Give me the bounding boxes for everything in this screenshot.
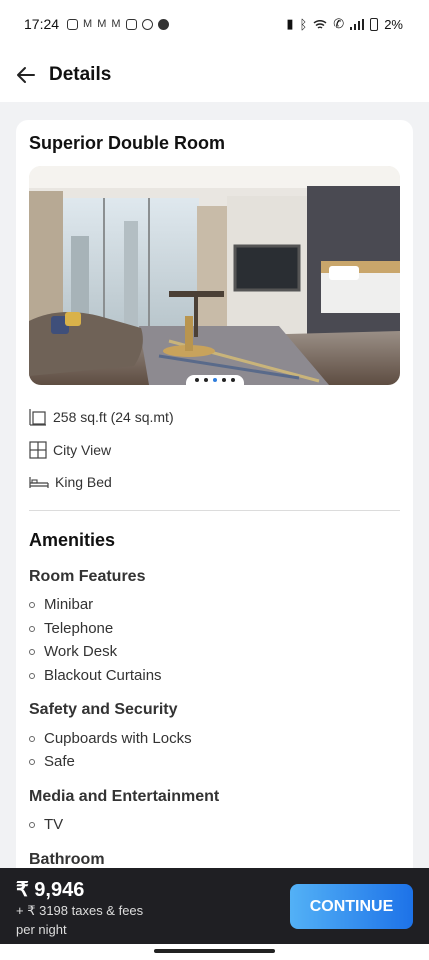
room-name: Superior Double Room bbox=[29, 133, 226, 153]
amenity-item: Blackout Curtains bbox=[29, 667, 162, 684]
home-indicator[interactable] bbox=[154, 949, 275, 953]
page-title: Details bbox=[49, 64, 112, 85]
amenity-item: Minibar bbox=[29, 596, 93, 613]
bullet-icon bbox=[29, 601, 35, 608]
signal-icon bbox=[350, 18, 365, 30]
amenity-label: Work Desk bbox=[44, 643, 118, 660]
bullet-icon bbox=[29, 648, 35, 655]
room-card: Superior Double Room 258 sq.ft (24 sq.mt… bbox=[16, 120, 413, 868]
feature-label: 258 sq.ft (24 sq.mt) bbox=[53, 409, 174, 425]
bullet-icon bbox=[29, 735, 35, 742]
amenity-group-title: Media and Entertainment bbox=[29, 788, 220, 805]
amenity-label: Cupboards with Locks bbox=[44, 730, 192, 747]
per-night-text: per night bbox=[16, 922, 67, 937]
divider bbox=[29, 510, 400, 511]
app-header: Details bbox=[0, 48, 429, 102]
status-time: 17:24 bbox=[24, 16, 60, 32]
notification-icons: M M M bbox=[67, 18, 169, 30]
amenity-label: Blackout Curtains bbox=[44, 667, 162, 684]
wifi-icon bbox=[313, 19, 327, 29]
amenities-heading: Amenities bbox=[29, 530, 116, 550]
pagination-dot[interactable] bbox=[194, 378, 199, 382]
vibrate-icon: ▮ bbox=[286, 16, 294, 31]
pagination-dot[interactable] bbox=[221, 378, 226, 382]
amenity-group-title: Bathroom bbox=[29, 851, 105, 868]
price-footer: ₹ 9,946 + ₹ 3198 taxes & fees per night … bbox=[0, 868, 429, 944]
feature-label: King Bed bbox=[55, 474, 112, 490]
feature-view: City View bbox=[29, 441, 111, 459]
gmail-icon bbox=[67, 18, 79, 30]
window-view-icon bbox=[29, 441, 47, 459]
details-content[interactable]: Superior Double Room 258 sq.ft (24 sq.mt… bbox=[0, 102, 429, 868]
gmail-icon: M bbox=[83, 18, 93, 30]
bullet-icon bbox=[29, 821, 35, 828]
room-photo bbox=[29, 166, 400, 385]
bluetooth-icon: ᛒ bbox=[299, 16, 308, 32]
amenity-group-title: Safety and Security bbox=[29, 701, 178, 718]
area-icon bbox=[29, 409, 46, 426]
battery-percent: 2% bbox=[384, 16, 403, 32]
amenity-item: Work Desk bbox=[29, 643, 117, 660]
gmail-icon: M bbox=[97, 18, 107, 30]
bullet-icon bbox=[29, 758, 35, 765]
bed-icon bbox=[29, 477, 49, 488]
amenity-label: Telephone bbox=[44, 620, 114, 637]
pagination-dot[interactable] bbox=[230, 378, 235, 382]
feature-label: City View bbox=[53, 442, 112, 458]
bullet-icon bbox=[29, 625, 35, 632]
amenity-label: TV bbox=[44, 816, 64, 833]
gallery-pagination[interactable] bbox=[185, 375, 244, 385]
amenity-item: TV bbox=[29, 816, 63, 833]
total-price: ₹ 9,946 bbox=[16, 879, 85, 901]
amenity-label: Minibar bbox=[44, 596, 94, 613]
status-bar: 17:24 M M M ▮ ᛒ ✆ 2% bbox=[0, 0, 429, 48]
amenity-group-title: Room Features bbox=[29, 568, 146, 585]
room-photo-gallery[interactable] bbox=[29, 166, 400, 385]
pagination-dot-active[interactable] bbox=[212, 378, 217, 382]
bullet-icon bbox=[29, 672, 35, 679]
instagram-icon bbox=[125, 18, 137, 30]
amenity-label: Safe bbox=[44, 753, 75, 770]
pagination-dot[interactable] bbox=[203, 378, 208, 382]
system-nav-bar bbox=[0, 944, 429, 960]
whatsapp-icon bbox=[157, 18, 169, 30]
amenity-item: Telephone bbox=[29, 620, 113, 637]
amenity-item: Cupboards with Locks bbox=[29, 730, 192, 747]
feature-bed: King Bed bbox=[29, 474, 112, 490]
battery-icon bbox=[370, 17, 379, 31]
arrow-left-icon bbox=[17, 67, 35, 83]
gmail-icon: M bbox=[111, 18, 121, 30]
taxes-text: + ₹ 3198 taxes & fees bbox=[16, 903, 144, 918]
continue-button[interactable]: CONTINUE bbox=[290, 884, 413, 929]
chrome-icon bbox=[141, 18, 153, 30]
feature-area: 258 sq.ft (24 sq.mt) bbox=[29, 408, 174, 426]
wifi-call-icon: ✆ bbox=[333, 16, 345, 31]
back-button[interactable] bbox=[14, 63, 38, 87]
amenity-item: Safe bbox=[29, 753, 75, 770]
